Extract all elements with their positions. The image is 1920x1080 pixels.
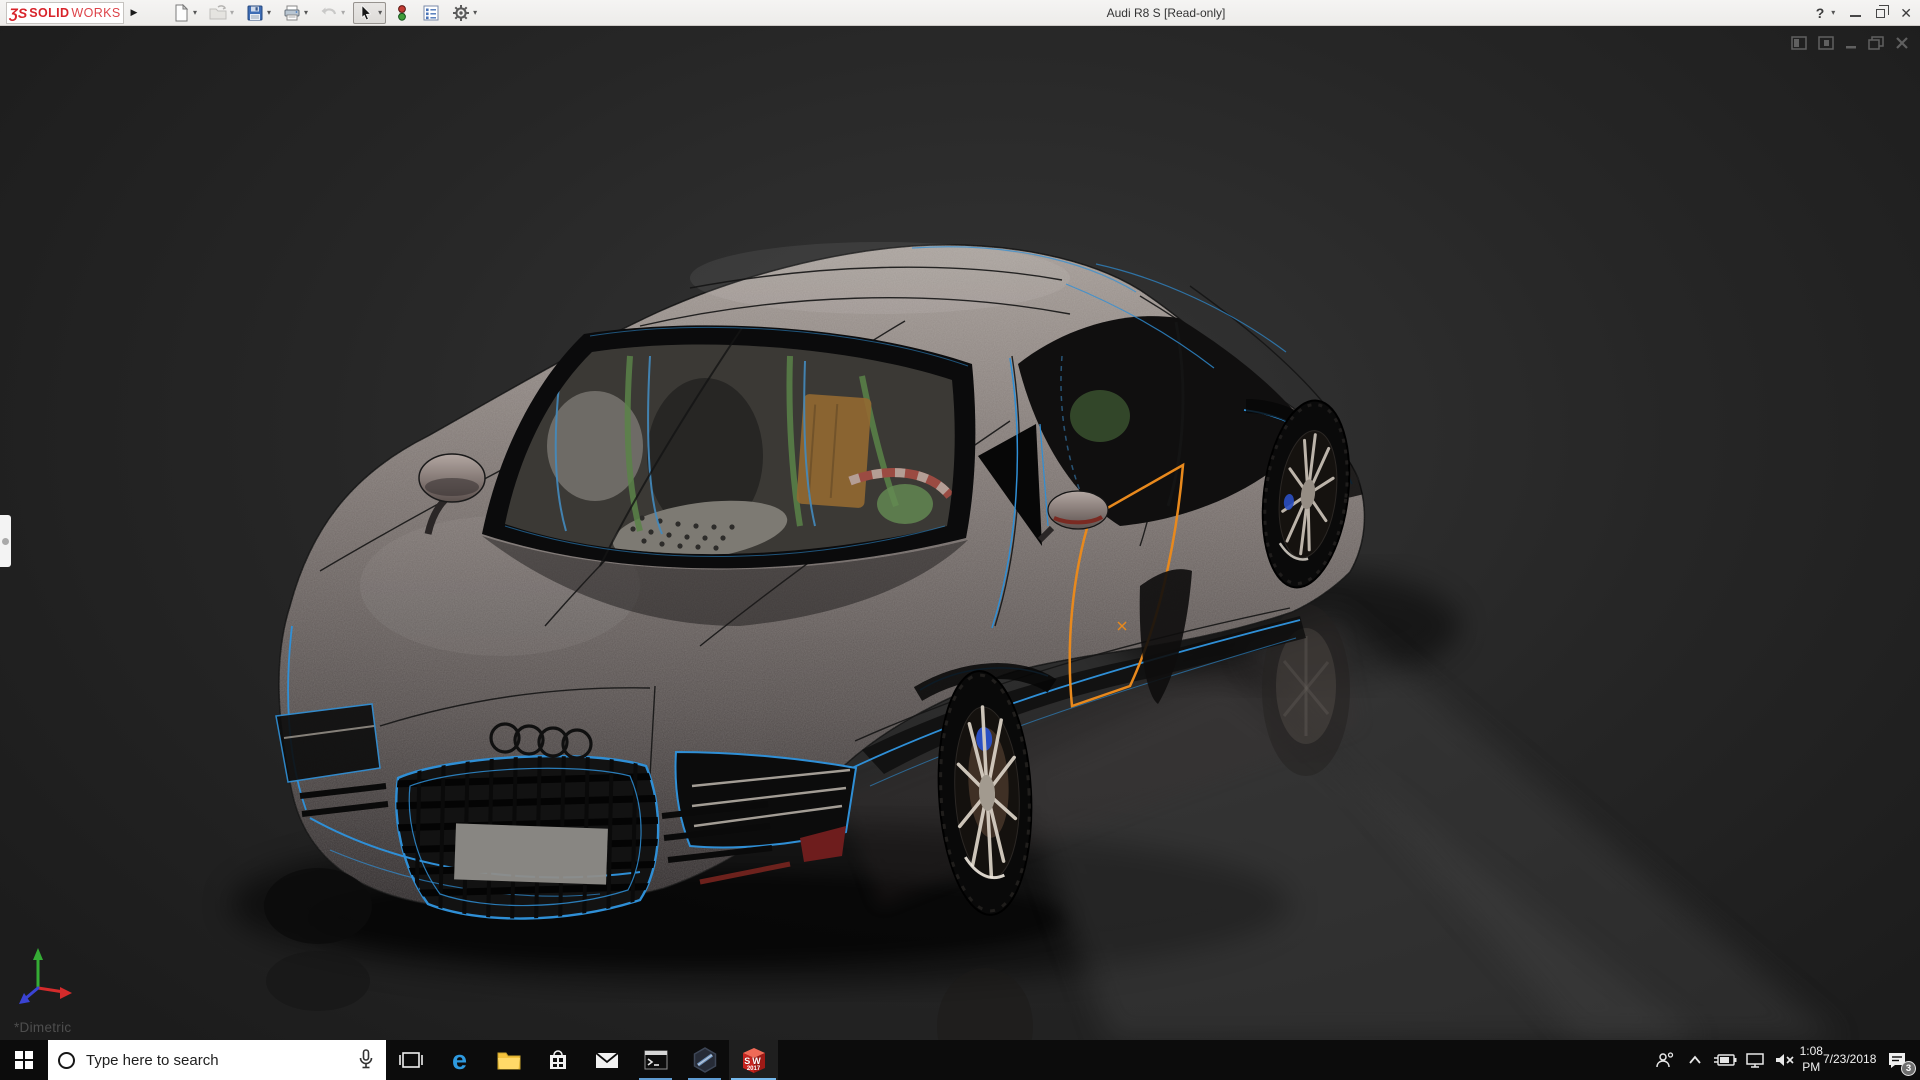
help-dropdown[interactable]: ▾ [1830, 9, 1835, 17]
window-controls: ? ▾ ✕ [1816, 0, 1912, 26]
undo-arrow-icon [320, 4, 338, 22]
document-pane-icon[interactable] [1790, 35, 1808, 51]
graphics-viewport[interactable]: *Dimetric [0, 26, 1920, 1040]
print-icon [283, 4, 301, 22]
clock[interactable]: 1:08 PM 7/23/2018 [1800, 1040, 1876, 1080]
undo-button: ▾ [316, 2, 349, 24]
brand-solid: SOLID [29, 6, 69, 20]
network-button[interactable] [1740, 1040, 1770, 1080]
chevron-up-icon [1688, 1055, 1702, 1065]
save-floppy-icon [246, 4, 264, 22]
volume-button[interactable] [1770, 1040, 1800, 1080]
file-explorer-icon [496, 1049, 522, 1071]
open-folder-icon [209, 4, 227, 22]
orientation-triad [19, 948, 72, 1004]
open-button: ▾ [205, 2, 238, 24]
solidworks-2017-icon: SW 2017 [739, 1045, 769, 1075]
save-button[interactable]: ▾ [242, 2, 275, 24]
menu-expand-arrow[interactable]: ▶ [126, 2, 142, 24]
cortana-icon [58, 1052, 75, 1069]
store-button[interactable] [533, 1040, 582, 1080]
solidworks-logo[interactable]: ƷS SOLIDWORKS [6, 2, 124, 24]
select-cursor-icon [357, 4, 375, 22]
command-prompt-icon [643, 1049, 669, 1071]
sw-cube-letters: SW [739, 1056, 769, 1066]
print-dropdown[interactable]: ▾ [303, 9, 308, 17]
tray-time: 1:08 PM [1800, 1044, 1823, 1075]
windows-logo-icon [15, 1051, 33, 1069]
microphone-icon[interactable] [358, 1049, 374, 1071]
notification-badge: 3 [1901, 1061, 1916, 1076]
left-front-tire [264, 868, 372, 944]
people-button[interactable] [1650, 1040, 1680, 1080]
file-properties-icon [422, 4, 440, 22]
traffic-light-icon [394, 4, 410, 22]
taskbar-search-input[interactable]: Type here to search [48, 1040, 386, 1080]
splitter-handle-dot [2, 538, 9, 545]
network-display-icon [1744, 1052, 1766, 1068]
view-orientation-label: *Dimetric [14, 1020, 71, 1035]
quick-access-toolbar: ▾ ▾ ▾ ▾ [168, 2, 481, 24]
undo-dropdown: ▾ [340, 9, 345, 17]
file-properties-button[interactable] [418, 2, 444, 24]
open-dropdown: ▾ [229, 9, 234, 17]
save-dropdown[interactable]: ▾ [266, 9, 271, 17]
document-pane-icon-2[interactable] [1817, 35, 1835, 51]
document-close-icon[interactable] [1894, 35, 1910, 51]
file-explorer-button[interactable] [484, 1040, 533, 1080]
options-gear-icon [452, 4, 470, 22]
windows-taskbar: Type here to search e [0, 1040, 1920, 1080]
solidworks-logo-mark-icon: ƷS [9, 6, 27, 20]
command-prompt-button[interactable] [631, 1040, 680, 1080]
people-icon [1655, 1051, 1675, 1069]
close-button[interactable]: ✕ [1900, 6, 1912, 20]
edge-icon: e [452, 1047, 467, 1074]
tray-date: 7/23/2018 [1823, 1052, 1876, 1068]
minimize-button[interactable] [1850, 15, 1861, 17]
volume-muted-icon [1774, 1052, 1796, 1068]
action-center-button[interactable]: 3 [1876, 1040, 1918, 1080]
system-tray: 1:08 PM 7/23/2018 3 [1650, 1040, 1920, 1080]
print-button[interactable]: ▾ [279, 2, 312, 24]
sw-cube-year: 2017 [739, 1066, 769, 1072]
rebuild-button[interactable] [390, 2, 414, 24]
show-hidden-icons-button[interactable] [1680, 1040, 1710, 1080]
battery-charging-icon [1713, 1053, 1737, 1067]
options-dropdown[interactable]: ▾ [472, 9, 477, 17]
restore-button[interactable] [1876, 9, 1885, 18]
document-window-controls [1790, 35, 1910, 51]
window-title: Audi R8 S [Read-only] [1016, 0, 1316, 26]
mail-icon [594, 1049, 620, 1071]
options-button[interactable]: ▾ [448, 2, 481, 24]
help-button[interactable]: ? [1816, 5, 1825, 21]
select-tool-button[interactable]: ▾ [353, 2, 386, 24]
model-canvas[interactable] [0, 26, 1920, 1040]
new-dropdown[interactable]: ▾ [192, 9, 197, 17]
solidworks-2017-button[interactable]: SW 2017 [729, 1040, 778, 1080]
feature-manager-collapsed-tab[interactable] [0, 515, 11, 567]
battery-button[interactable] [1710, 1040, 1740, 1080]
new-document-icon [172, 4, 190, 22]
start-button[interactable] [0, 1040, 48, 1080]
task-view-icon [398, 1049, 424, 1071]
brand-works: WORKS [71, 6, 120, 20]
hexagon-viewer-button[interactable] [680, 1040, 729, 1080]
title-bar: ƷS SOLIDWORKS ▶ ▾ ▾ ▾ [0, 0, 1920, 26]
task-view-button[interactable] [386, 1040, 435, 1080]
search-placeholder: Type here to search [86, 1052, 219, 1069]
store-icon [546, 1048, 570, 1072]
new-document-button[interactable]: ▾ [168, 2, 201, 24]
document-minimize-icon[interactable] [1844, 35, 1858, 51]
document-restore-icon[interactable] [1867, 35, 1885, 51]
edge-button[interactable]: e [435, 1040, 484, 1080]
hexagon-app-icon [691, 1046, 719, 1074]
select-dropdown[interactable]: ▾ [377, 9, 382, 17]
mail-button[interactable] [582, 1040, 631, 1080]
